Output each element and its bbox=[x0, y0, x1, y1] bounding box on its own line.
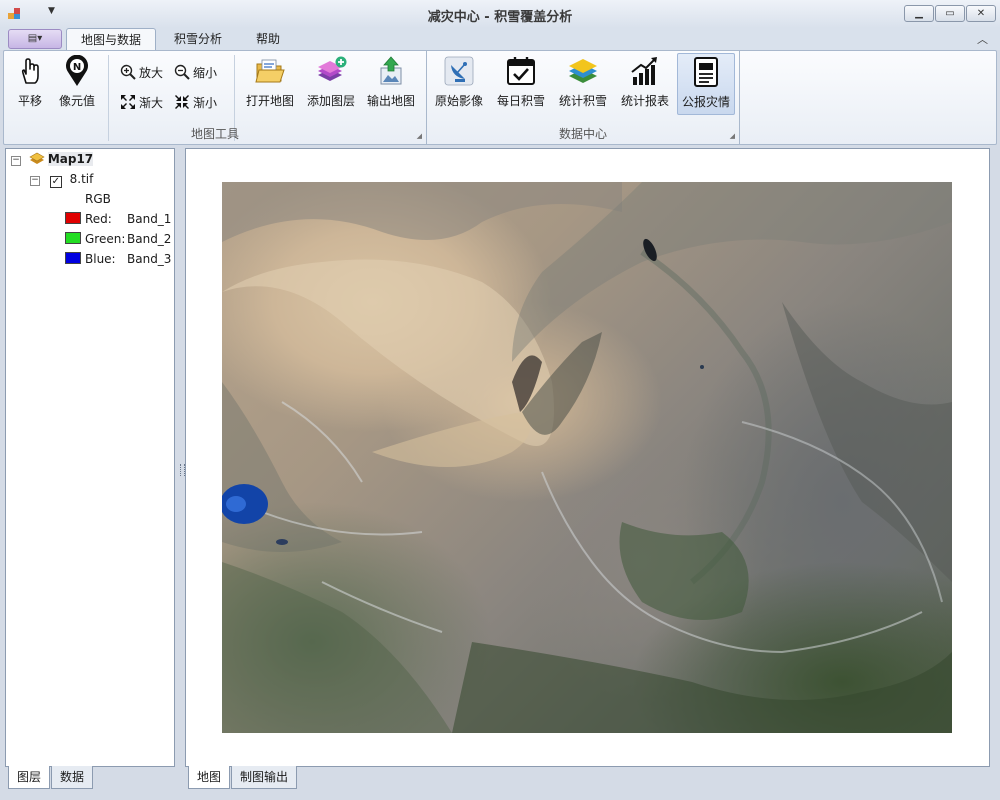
maximize-button[interactable]: ▭ bbox=[935, 5, 965, 22]
hand-icon bbox=[21, 58, 39, 84]
red-swatch bbox=[65, 212, 81, 224]
open-map-button[interactable]: 打开地图 bbox=[242, 53, 298, 113]
north-pin-icon: N bbox=[66, 54, 88, 86]
ribbon-panel: 平移 N 像元值 放大 缩小 渐大 渐小 打开地图 添加图层 输出地图 地图工具… bbox=[3, 50, 997, 145]
growth-chart-icon bbox=[631, 57, 657, 85]
tab-layers[interactable]: 图层 bbox=[8, 766, 51, 789]
band-name: Band_3 bbox=[127, 252, 172, 266]
blue-swatch bbox=[65, 252, 81, 264]
raw-image-label: 原始影像 bbox=[434, 94, 483, 108]
disaster-report-button[interactable]: 公报灾情 bbox=[677, 53, 735, 115]
tab-layout-output[interactable]: 制图输出 bbox=[231, 766, 298, 789]
daily-snow-button[interactable]: 每日积雪 bbox=[493, 53, 549, 113]
map-layers-icon bbox=[29, 152, 45, 164]
tab-map-view[interactable]: 地图 bbox=[188, 766, 231, 789]
tab-help[interactable]: 帮助 bbox=[242, 28, 294, 50]
layer-tree-panel: − Map17 − ✓ 8.tif RGB Red: Band_1 Green: B… bbox=[5, 148, 175, 767]
group-launcher-icon[interactable]: ◢ bbox=[730, 132, 735, 140]
pan-label: 平移 bbox=[17, 94, 42, 108]
band-legend-green: Green: Band_2 bbox=[65, 230, 171, 248]
add-layer-button[interactable]: 添加图层 bbox=[304, 53, 358, 113]
pan-button[interactable]: 平移 bbox=[10, 53, 50, 113]
gradual-zoom-in-label: 渐大 bbox=[139, 96, 164, 110]
layer-node[interactable]: − ✓ 8.tif bbox=[30, 170, 93, 188]
layer-visibility-checkbox[interactable]: ✓ bbox=[49, 176, 62, 188]
app-menu-icon: ▤▾ bbox=[27, 33, 43, 44]
band-legend-red: Red: Band_1 bbox=[65, 210, 171, 228]
band-legend-blue: Blue: Band_3 bbox=[65, 250, 171, 268]
zoom-in-label: 放大 bbox=[139, 66, 164, 80]
collapse-toggle-icon[interactable]: − bbox=[30, 176, 40, 186]
band-channel: Red: bbox=[85, 212, 112, 226]
band-channel: Blue: bbox=[85, 252, 116, 266]
zoom-out-label: 缩小 bbox=[193, 66, 218, 80]
gradual-zoom-in-button[interactable]: 渐大 bbox=[120, 93, 163, 113]
group-border bbox=[739, 51, 740, 144]
band-name: Band_1 bbox=[127, 212, 172, 226]
stat-report-button[interactable]: 统计报表 bbox=[617, 53, 673, 113]
zoom-out-icon bbox=[174, 64, 190, 80]
gradual-zoom-out-label: 渐小 bbox=[193, 96, 218, 110]
tab-data[interactable]: 数据 bbox=[51, 766, 94, 789]
terrain-overlay bbox=[222, 182, 952, 733]
disaster-report-label: 公报灾情 bbox=[681, 95, 730, 109]
add-layer-label: 添加图层 bbox=[306, 94, 355, 108]
pixel-value-label: 像元值 bbox=[58, 94, 95, 108]
stat-snow-button[interactable]: 统计积雪 bbox=[555, 53, 611, 113]
map-name: Map17 bbox=[47, 152, 94, 166]
pixel-value-button[interactable]: N 像元值 bbox=[54, 53, 100, 113]
zoom-in-button[interactable]: 放大 bbox=[120, 63, 163, 83]
export-map-icon bbox=[380, 56, 402, 85]
render-type-label: RGB bbox=[85, 192, 111, 206]
bulletin-document-icon bbox=[694, 57, 718, 87]
collapse-arrows-icon bbox=[175, 95, 189, 109]
add-layer-icon bbox=[318, 56, 347, 81]
group-map-tools: 平移 N 像元值 放大 缩小 渐大 渐小 打开地图 添加图层 输出地图 地图工具… bbox=[4, 51, 426, 144]
maximize-icon: ▭ bbox=[945, 8, 955, 19]
tab-snow-analysis[interactable]: 积雪分析 bbox=[160, 28, 236, 50]
close-button[interactable]: ✕ bbox=[966, 5, 996, 22]
map-view[interactable] bbox=[185, 148, 990, 767]
expand-arrows-icon bbox=[121, 95, 135, 109]
tab-map-and-data[interactable]: 地图与数据 bbox=[66, 28, 157, 51]
svg-text:N: N bbox=[73, 62, 81, 73]
map-tools-group-label: 地图工具 bbox=[190, 127, 239, 141]
export-map-label: 输出地图 bbox=[366, 94, 415, 108]
raw-image-button[interactable]: 原始影像 bbox=[431, 53, 487, 113]
satellite-image[interactable] bbox=[222, 182, 952, 733]
ribbon-tab-bar: ▤▾ 地图与数据 积雪分析 帮助 ︿ bbox=[0, 28, 1000, 51]
map-node[interactable]: − Map17 bbox=[11, 150, 94, 168]
layer-name: 8.tif bbox=[69, 172, 94, 186]
band-channel: Green: bbox=[85, 232, 126, 246]
group-data-center: 原始影像 每日积雪 统计积雪 统计报表 公报灾情 数据中心 ◢ bbox=[427, 51, 739, 144]
minimize-icon: ▁ bbox=[915, 8, 923, 19]
green-swatch bbox=[65, 232, 81, 244]
gradual-zoom-out-button[interactable]: 渐小 bbox=[174, 93, 217, 113]
satellite-dish-icon bbox=[444, 56, 474, 86]
application-menu-button[interactable]: ▤▾ bbox=[8, 29, 62, 49]
open-map-label: 打开地图 bbox=[245, 94, 294, 108]
export-map-button[interactable]: 输出地图 bbox=[364, 53, 418, 113]
stacked-layers-icon bbox=[569, 59, 597, 83]
window-title: 减灾中心 - 积雪覆盖分析 bbox=[427, 10, 573, 25]
daily-snow-label: 每日积雪 bbox=[496, 94, 545, 108]
data-center-group-label: 数据中心 bbox=[558, 127, 607, 141]
minimize-button[interactable]: ▁ bbox=[904, 5, 934, 22]
ribbon-collapse-icon[interactable]: ︿ bbox=[977, 31, 988, 47]
group-launcher-icon[interactable]: ◢ bbox=[417, 132, 422, 140]
band-name: Band_2 bbox=[127, 232, 172, 246]
close-icon: ✕ bbox=[976, 8, 986, 19]
stat-report-label: 统计报表 bbox=[620, 94, 669, 108]
calendar-check-icon bbox=[507, 57, 535, 85]
open-folder-icon bbox=[255, 59, 285, 83]
zoom-out-button[interactable]: 缩小 bbox=[174, 63, 217, 83]
collapse-toggle-icon[interactable]: − bbox=[11, 156, 21, 166]
zoom-in-icon bbox=[120, 64, 136, 80]
title-bar: ▼ 减灾中心 - 积雪覆盖分析 ▁ ▭ ✕ bbox=[0, 0, 1000, 29]
stat-snow-label: 统计积雪 bbox=[558, 94, 607, 108]
